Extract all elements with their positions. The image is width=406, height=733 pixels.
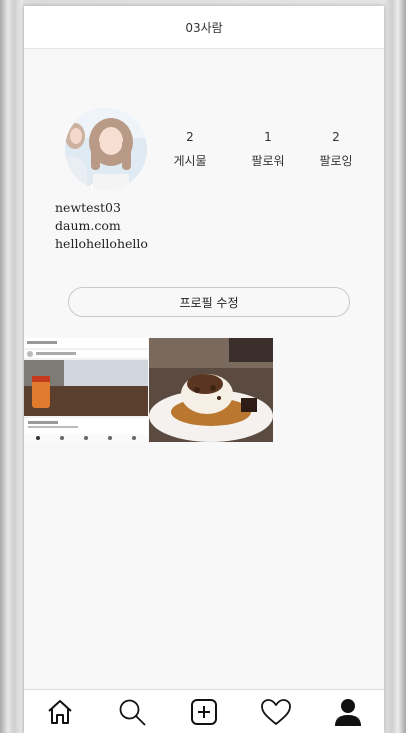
profile-icon [335,699,361,726]
tab-profile[interactable] [328,692,368,732]
profile-avatar[interactable] [65,108,147,190]
heart-icon [261,699,291,725]
edit-profile-button[interactable]: 프로필 수정 [68,287,350,317]
following-count: 2 [332,130,340,144]
post-dessert-image [149,338,273,442]
top-bar: 03사람 [24,6,384,49]
stat-posts[interactable]: 2 게시물 [158,128,222,169]
app-screen: 03사람 2 게시물 1 팔로워 2 팔로잉 newtest03 daum.co… [24,6,384,733]
posts-label: 게시물 [173,154,207,168]
tab-add-post[interactable] [184,692,224,732]
posts-count: 2 [186,130,194,144]
post-screenshot-image [24,338,148,442]
tab-search[interactable] [112,692,152,732]
avatar-photo [65,108,147,190]
profile-info: newtest03 daum.com hellohellohello [55,199,148,253]
followers-label: 팔로워 [251,154,285,168]
post-thumbnail[interactable] [24,338,148,442]
following-label: 팔로잉 [319,154,353,168]
stat-followers[interactable]: 1 팔로워 [236,128,300,169]
home-icon [48,700,72,724]
profile-username: newtest03 [55,200,121,215]
bottom-tab-bar [24,689,384,733]
add-post-icon [191,699,217,725]
stat-following[interactable]: 2 팔로잉 [304,128,368,169]
followers-count: 1 [264,130,272,144]
profile-website[interactable]: daum.com [55,217,148,235]
profile-bio: hellohellohello [55,236,148,251]
page-title: 03사람 [185,20,223,35]
posts-grid [24,338,274,442]
post-thumbnail[interactable] [149,338,273,442]
tab-activity[interactable] [256,692,296,732]
tab-home[interactable] [40,692,80,732]
search-icon [119,699,146,726]
